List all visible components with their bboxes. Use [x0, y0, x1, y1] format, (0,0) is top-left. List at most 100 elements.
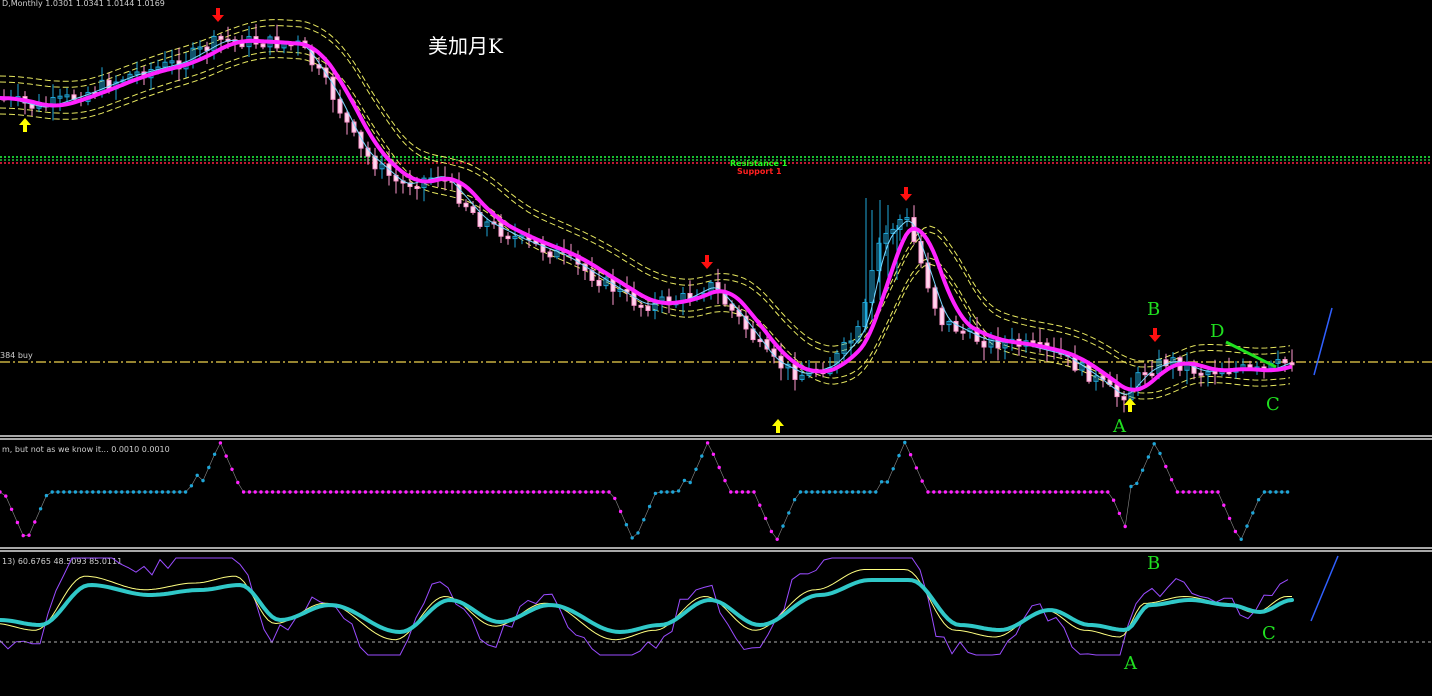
indicator-dot — [775, 537, 779, 541]
indicator-dot — [305, 490, 310, 494]
candle-body — [505, 235, 511, 240]
indicator-dot — [1239, 537, 1243, 541]
indicator-dot — [868, 490, 872, 494]
indicator-dot — [334, 490, 339, 494]
indicator-dot — [27, 533, 31, 537]
indicator-dot — [845, 490, 849, 494]
indicator-dot — [926, 490, 930, 494]
label-a-osc: A — [1123, 653, 1138, 674]
forex-chart: D,Monthly 1.0301 1.0341 1.0144 1.0169 m,… — [0, 0, 1432, 674]
trendline-d — [1225, 340, 1277, 369]
indicator-dot — [1065, 490, 1069, 494]
indicator-dot — [265, 490, 269, 494]
candle-body — [330, 76, 336, 100]
indicator-dot — [729, 490, 733, 494]
indicator-dot — [874, 490, 878, 494]
indicator-dot — [1100, 490, 1104, 494]
indicator-dot — [920, 479, 924, 483]
indicator-dot — [833, 490, 837, 494]
indicator-dot — [299, 490, 304, 494]
indicator-dot — [120, 490, 124, 494]
indicator-dot — [369, 490, 373, 494]
indicator-dot — [357, 490, 362, 494]
indicator-dot — [566, 490, 571, 494]
indicator-dot — [1198, 490, 1203, 494]
arrow-down-icon — [212, 8, 224, 22]
indicator-dot — [1268, 490, 1272, 494]
indicator-dot — [903, 440, 907, 445]
indicator-dot — [1285, 490, 1290, 494]
indicator-dot — [4, 494, 8, 498]
indicator-dot — [856, 490, 861, 494]
indicator-dot — [740, 490, 745, 494]
indicator-dot — [955, 490, 959, 494]
oscillator-main — [0, 578, 1294, 635]
indicator-dot — [734, 490, 739, 494]
indicator-dot — [798, 490, 803, 494]
indicator-dot — [1094, 490, 1098, 494]
indicator-dot — [781, 524, 785, 528]
channel-line — [0, 51, 1291, 394]
indicator-dot — [1019, 490, 1023, 494]
indicator-dot — [1077, 490, 1081, 494]
ma-thin-path — [0, 39, 1291, 395]
indicator-dot — [323, 490, 327, 494]
indicator-dot — [717, 465, 721, 470]
indicator-dot — [630, 536, 634, 540]
candle-body — [1247, 364, 1253, 368]
indicator-dot — [1245, 524, 1249, 528]
indicator-dot — [421, 490, 426, 494]
indicator-dot — [1164, 464, 1168, 469]
indicator-dot — [114, 490, 118, 494]
indicator-dot — [462, 490, 466, 494]
indicator-dot — [549, 490, 553, 494]
ma-thin-line — [0, 39, 1291, 395]
candles — [1, 24, 1295, 413]
indicator-dot — [543, 490, 547, 494]
indicator-dot — [972, 490, 977, 494]
indicator-dot — [439, 490, 443, 494]
indicator-dot — [1071, 490, 1075, 494]
indicator-dot — [346, 490, 350, 494]
indicator-dot — [102, 490, 107, 494]
candle-body — [729, 303, 735, 311]
indicator-dot — [763, 516, 768, 521]
indicator-dot — [647, 504, 652, 509]
candle-body — [540, 243, 546, 253]
indicator-dot — [758, 503, 762, 507]
indicator-dot — [752, 490, 756, 494]
indicator-dot — [62, 490, 66, 494]
indicator-dot — [514, 490, 518, 494]
indicator-dot — [746, 490, 750, 494]
indicator-dot — [21, 533, 25, 538]
indicator-dot — [1036, 490, 1040, 494]
indicator-dot — [1222, 503, 1226, 507]
indicator-dot — [821, 490, 826, 494]
indicator-dot — [352, 490, 356, 494]
channel-line — [0, 57, 1291, 400]
indicator-dot — [236, 480, 240, 485]
indicator-dot — [769, 529, 774, 534]
indicator-dot — [1048, 490, 1052, 494]
indicator-dot — [914, 466, 919, 470]
indicator-dot — [218, 441, 223, 445]
indicator-dot — [340, 490, 344, 494]
candle-body — [1198, 372, 1204, 376]
indicator-dot — [415, 490, 420, 494]
indicator-dot — [1140, 468, 1145, 472]
indicator-dot — [810, 490, 814, 494]
indicator-dot — [125, 490, 130, 494]
indicator-dot — [201, 478, 205, 483]
indicator-dot — [584, 490, 588, 494]
indicator-dot — [108, 490, 112, 494]
indicator-dot — [1251, 511, 1255, 515]
indicator-dot — [381, 490, 385, 494]
indicator-dot — [520, 490, 524, 494]
indicator-dot — [1210, 490, 1214, 494]
indicator-dot — [91, 490, 95, 494]
chart-title: 美加月K — [428, 34, 504, 58]
indicator-dot — [311, 490, 315, 494]
candle-body — [932, 287, 938, 309]
indicator-dot — [282, 490, 286, 494]
indicator-dot — [154, 490, 159, 494]
